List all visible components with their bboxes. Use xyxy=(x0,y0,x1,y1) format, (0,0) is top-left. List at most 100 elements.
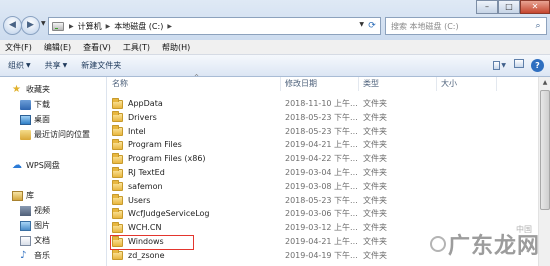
file-date: 2019-03-04 上午... xyxy=(285,168,358,177)
folder-icon xyxy=(112,166,123,178)
help-icon[interactable]: ? xyxy=(531,59,544,72)
refresh-icon[interactable]: ⟳ xyxy=(366,20,378,32)
nav-favorites-label: 收藏夹 xyxy=(26,85,50,94)
file-type: 文件夹 xyxy=(363,168,387,177)
scroll-up-icon[interactable]: ▲ xyxy=(539,77,550,89)
breadcrumb-separator[interactable]: ▶ xyxy=(106,23,111,30)
column-header-date[interactable]: 修改日期 xyxy=(281,77,359,91)
file-name-cell: WCH.CN xyxy=(112,221,161,235)
file-row[interactable]: Program Files (x86) 2019-04-22 下午... 文件夹 xyxy=(108,152,538,166)
file-name: Drivers xyxy=(128,112,157,122)
breadcrumb-local-disk[interactable]: 本地磁盘 (C:) xyxy=(114,21,163,32)
file-type: 文件夹 xyxy=(363,223,387,233)
folder-icon xyxy=(112,207,123,219)
nav-music[interactable]: ♪ 音乐 xyxy=(20,250,50,261)
watermark-logo xyxy=(430,236,446,252)
file-name: Intel xyxy=(128,126,146,136)
file-type: 文件夹 xyxy=(363,99,387,108)
address-box[interactable]: ▶ 计算机 ▶ 本地磁盘 (C:) ▶ ▼ ⟳ xyxy=(48,17,381,35)
nav-wps-label: WPS网盘 xyxy=(26,161,60,170)
nav-videos[interactable]: 视频 xyxy=(20,205,50,216)
file-date: 2018-05-23 下午... xyxy=(285,112,358,122)
file-name-cell: AppData xyxy=(112,97,163,111)
search-icon[interactable]: ⌕ xyxy=(530,21,546,31)
nav-downloads-label: 下载 xyxy=(34,100,50,109)
menu-help[interactable]: 帮助(H) xyxy=(162,42,190,53)
nav-downloads[interactable]: 下载 xyxy=(20,99,50,110)
nav-videos-label: 视频 xyxy=(34,206,50,215)
file-name: WCH.CN xyxy=(128,223,162,233)
nav-desktop[interactable]: 桌面 xyxy=(20,114,50,125)
cloud-icon: ☁ xyxy=(12,159,22,171)
nav-recent-label: 最近访问的位置 xyxy=(34,130,90,139)
breadcrumb-computer[interactable]: 计算机 xyxy=(78,21,102,32)
file-row[interactable]: WcfJudgeServiceLog 2019-03-06 下午... 文件夹 xyxy=(108,207,538,221)
file-name: Users xyxy=(128,195,151,205)
file-name: Program Files (x86) xyxy=(128,154,206,164)
file-name: zd_zsone xyxy=(128,250,165,260)
maximize-button[interactable]: □ xyxy=(498,0,520,14)
recent-pages-dropdown[interactable]: ▼ xyxy=(41,20,46,27)
file-type: 文件夹 xyxy=(363,195,387,205)
menu-view[interactable]: 查看(V) xyxy=(83,42,111,53)
nav-wps[interactable]: ☁ WPS网盘 xyxy=(12,160,60,171)
library-icon xyxy=(12,190,23,201)
chevron-down-icon: ▼ xyxy=(26,62,31,69)
scrollbar-thumb[interactable] xyxy=(540,90,550,210)
nav-documents[interactable]: 文档 xyxy=(20,235,50,246)
preview-pane-icon[interactable] xyxy=(512,59,525,72)
new-folder-button[interactable]: 新建文件夹 xyxy=(81,60,121,71)
menu-file[interactable]: 文件(F) xyxy=(5,42,32,53)
file-name-cell: WcfJudgeServiceLog xyxy=(112,207,210,221)
file-date: 2019-03-12 上午... xyxy=(285,223,358,233)
folder-icon xyxy=(112,125,123,137)
close-button[interactable]: ✕ xyxy=(520,0,550,14)
file-type: 文件夹 xyxy=(363,112,387,122)
file-row[interactable]: Drivers 2018-05-23 下午... 文件夹 xyxy=(108,111,538,125)
minimize-button[interactable]: – xyxy=(476,0,498,14)
file-row[interactable]: Program Files 2019-04-21 上午... 文件夹 xyxy=(108,138,538,152)
column-header-name[interactable]: 名称 xyxy=(108,71,281,91)
nav-pictures[interactable]: 图片 xyxy=(20,220,50,231)
column-header-size[interactable]: 大小 xyxy=(437,77,497,91)
file-date: 2019-04-19 下午... xyxy=(285,250,358,260)
file-name-cell: safemon xyxy=(112,180,163,194)
share-button[interactable]: 共享 ▼ xyxy=(45,60,68,71)
breadcrumb-separator[interactable]: ▶ xyxy=(69,23,74,30)
nav-favorites[interactable]: ★ 收藏夹 xyxy=(12,84,50,95)
change-view-icon[interactable]: ▼ xyxy=(493,59,506,72)
file-name-cell: Drivers xyxy=(112,111,157,125)
file-name-cell: Program Files xyxy=(112,138,182,152)
menu-edit[interactable]: 编辑(E) xyxy=(44,42,71,53)
back-button[interactable]: ◀ xyxy=(3,16,22,35)
address-dropdown-icon[interactable]: ▼ xyxy=(359,21,364,28)
file-date: 2019-04-21 上午... xyxy=(285,237,358,246)
nav-library[interactable]: 库 xyxy=(12,190,34,201)
file-row[interactable]: Users 2018-05-23 下午... 文件夹 xyxy=(108,194,538,208)
file-row[interactable]: AppData 2018-11-10 上午... 文件夹 xyxy=(108,97,538,111)
desktop-icon xyxy=(20,114,31,125)
music-icon: ♪ xyxy=(20,249,27,261)
organize-label: 组织 xyxy=(8,61,24,70)
file-type: 文件夹 xyxy=(363,181,387,191)
video-icon xyxy=(20,205,31,216)
nav-desktop-label: 桌面 xyxy=(34,115,50,124)
nav-pictures-label: 图片 xyxy=(34,221,50,230)
drive-icon xyxy=(52,21,64,31)
menu-tools[interactable]: 工具(T) xyxy=(123,42,150,53)
file-row[interactable]: safemon 2019-03-08 上午... 文件夹 xyxy=(108,180,538,194)
search-input[interactable]: 搜索 本地磁盘 (C:) ⌕ xyxy=(385,17,547,35)
watermark-small-text: 中国 xyxy=(516,225,532,234)
file-type: 文件夹 xyxy=(363,154,387,164)
command-toolbar: 组织 ▼ 共享 ▼ 新建文件夹 ▼ ? xyxy=(0,55,550,77)
menu-bar: 文件(F) 编辑(E) 查看(V) 工具(T) 帮助(H) xyxy=(0,40,550,55)
chevron-down-icon: ▼ xyxy=(62,62,68,69)
breadcrumb-separator[interactable]: ▶ xyxy=(167,23,172,30)
file-row[interactable]: RJ TextEd 2019-03-04 上午... 文件夹 xyxy=(108,166,538,180)
forward-button[interactable]: ▶ xyxy=(21,16,40,35)
organize-button[interactable]: 组织 ▼ xyxy=(8,60,31,71)
file-row[interactable]: Intel 2018-05-23 下午... 文件夹 xyxy=(108,125,538,139)
file-name-cell: Program Files (x86) xyxy=(112,152,206,166)
column-header-type[interactable]: 类型 xyxy=(359,77,437,91)
nav-recent[interactable]: 最近访问的位置 xyxy=(20,129,90,140)
